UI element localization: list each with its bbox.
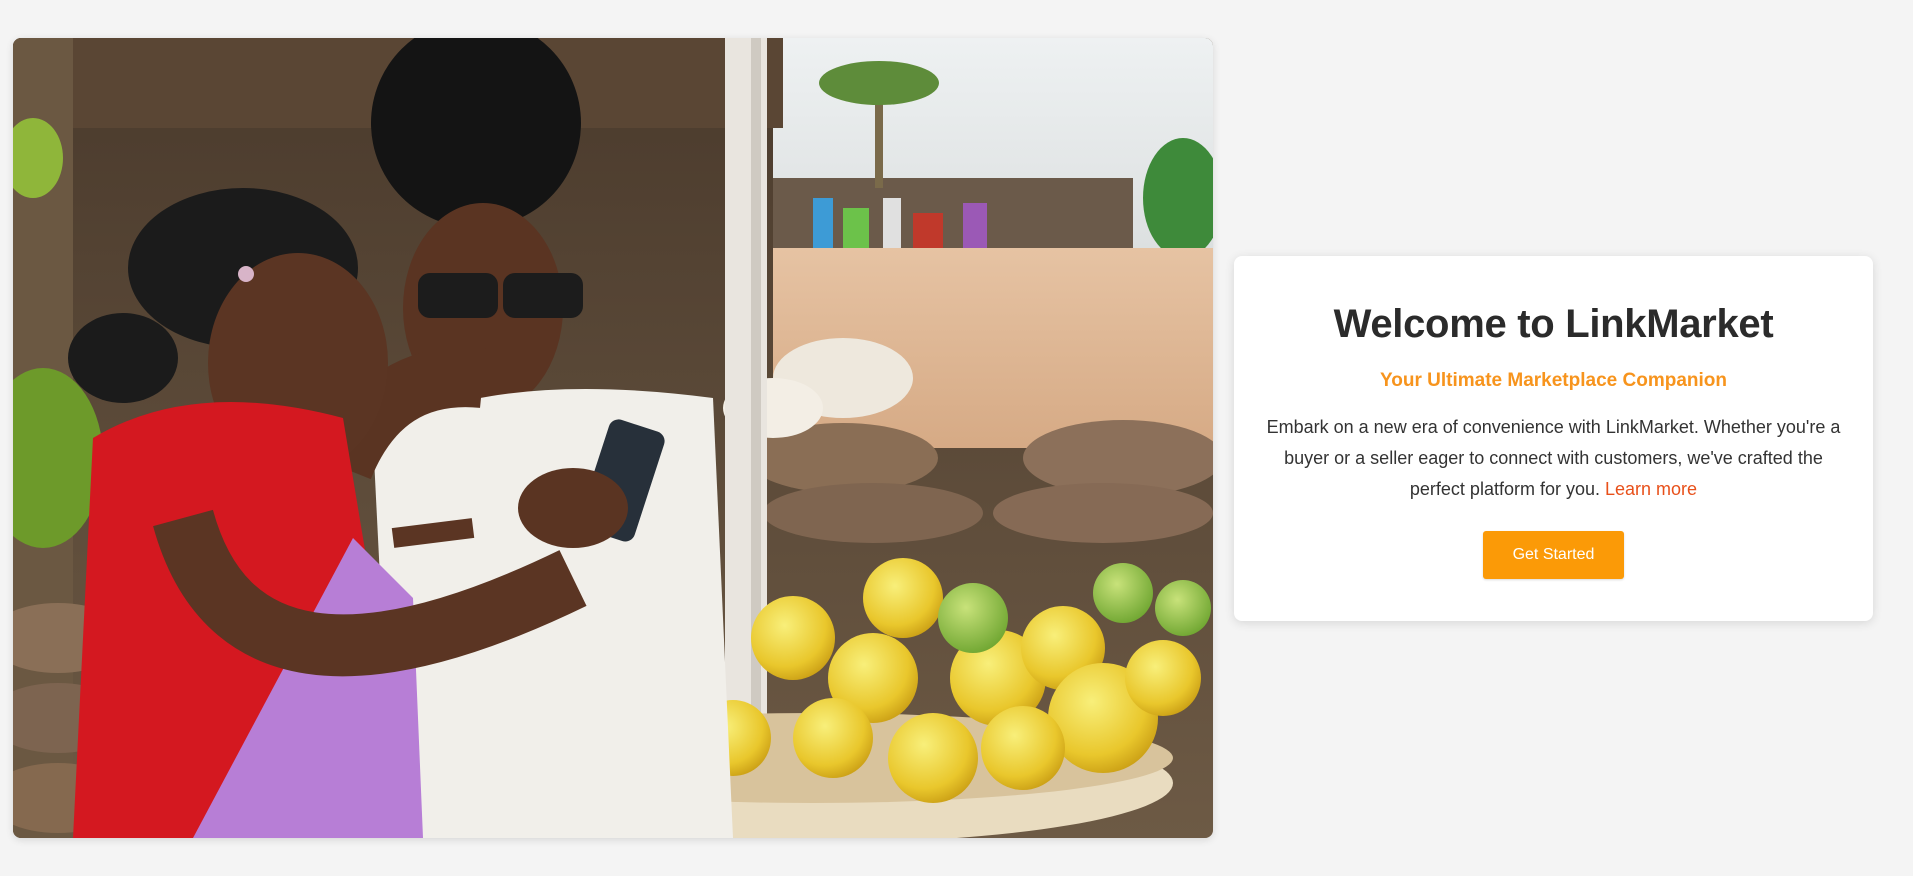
welcome-description-text: Embark on a new era of convenience with … — [1266, 417, 1841, 499]
welcome-title: Welcome to LinkMarket — [1333, 302, 1774, 346]
welcome-description: Embark on a new era of convenience with … — [1258, 412, 1849, 505]
page: Welcome to LinkMarket Your Ultimate Mark… — [0, 0, 1913, 876]
welcome-subtitle: Your Ultimate Marketplace Companion — [1380, 370, 1727, 391]
welcome-card: Welcome to LinkMarket Your Ultimate Mark… — [1234, 256, 1873, 621]
market-photo — [13, 38, 1213, 838]
learn-more-link[interactable]: Learn more — [1605, 479, 1697, 499]
hero-image — [13, 38, 1213, 838]
get-started-button[interactable]: Get Started — [1483, 531, 1624, 579]
